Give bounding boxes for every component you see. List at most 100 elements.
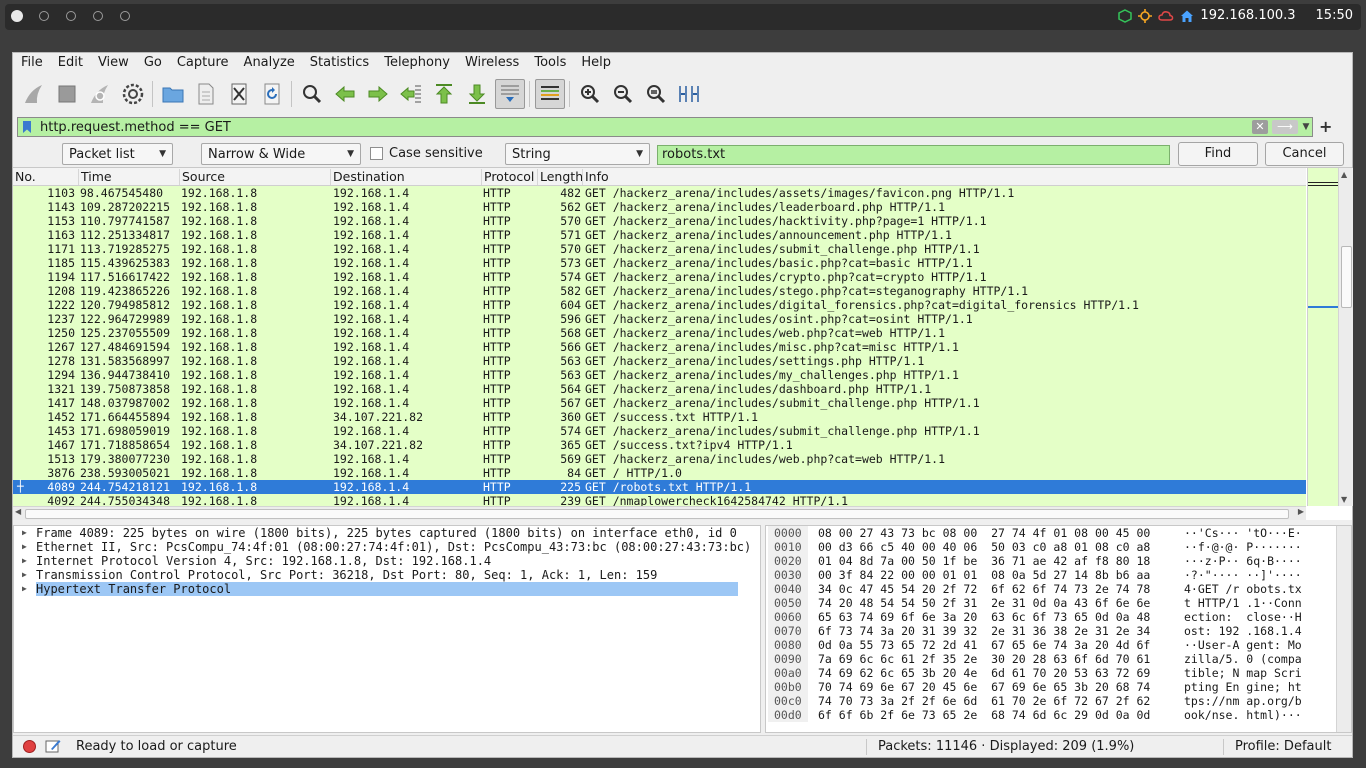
reload-file-button[interactable] [257,79,287,109]
packet-row[interactable]: 1163 112.251334817 192.168.1.8 192.168.1.4 H… [13,228,1306,242]
profile-selector[interactable]: Profile: Default [1235,739,1331,754]
packet-row[interactable]: 1171 113.719285275 192.168.1.8 192.168.1.4 H… [13,242,1306,256]
cancel-button[interactable]: Cancel [1265,142,1344,166]
open-file-button[interactable] [158,79,188,109]
expand-arrow-icon[interactable]: ▶ [22,582,27,596]
activities-dot-icon[interactable] [11,10,23,22]
packet-row[interactable]: 1222 120.794985812 192.168.1.8 192.168.1.4 H… [13,298,1306,312]
bytes-hex[interactable]: 6f 73 74 3a 20 31 39 32 2e 31 36 38 2e 3… [818,624,1150,638]
edit-comment-icon[interactable] [45,738,61,754]
bytes-hex[interactable]: 01 04 8d 7a 00 50 1f be 36 71 ae 42 af f… [818,554,1150,568]
case-sensitive-toggle[interactable]: Case sensitive [370,146,483,161]
cube-icon[interactable] [1118,8,1133,23]
menu-file[interactable]: File [13,53,50,73]
detail-tree-item[interactable]: ▶ Internet Protocol Version 4, Src: 192.1… [14,554,760,568]
case-sensitive-checkbox[interactable] [370,147,383,160]
find-search-input[interactable]: robots.txt [657,145,1170,165]
find-packet-button[interactable] [297,79,327,109]
bytes-ascii[interactable]: tible; N map Scri [1184,666,1302,680]
bytes-ascii[interactable]: ··'Cs··· 'tO···E· [1184,526,1302,540]
go-back-button[interactable] [330,79,360,109]
menu-analyze[interactable]: Analyze [236,53,302,73]
bytes-hex[interactable]: 65 63 74 69 6f 6e 3a 20 63 6c 6f 73 65 0… [818,610,1150,624]
packet-row[interactable]: 1143 109.287202215 192.168.1.8 192.168.1.4 H… [13,200,1306,214]
packet-row[interactable]: 4089 244.754218121 192.168.1.8 192.168.1.4 H… [13,480,1306,494]
detail-tree-item[interactable]: ▶ Ethernet II, Src: PcsCompu_74:4f:01 (08… [14,540,760,554]
menu-go[interactable]: Go [136,53,169,73]
bytes-hex[interactable]: 7a 69 6c 6c 61 2f 35 2e 30 20 28 63 6f 6… [818,652,1150,666]
filter-bookmark-button[interactable] [18,118,36,136]
menu-wireless[interactable]: Wireless [457,53,526,73]
menu-edit[interactable]: Edit [50,53,90,73]
clear-filter-icon[interactable]: ✕ [1252,120,1268,134]
cloud-icon[interactable] [1158,9,1174,23]
column-time[interactable]: Time [79,169,180,185]
column-no[interactable]: No. [13,169,79,185]
bytes-hex[interactable]: 00 d3 66 c5 40 00 40 06 50 03 c0 a8 01 0… [818,540,1150,554]
bytes-hex[interactable]: 74 69 62 6c 65 3b 20 4e 6d 61 70 20 53 6… [818,666,1150,680]
close-file-button[interactable] [224,79,254,109]
workspace-1-icon[interactable] [39,11,49,21]
packet-row[interactable]: 1237 122.964729989 192.168.1.8 192.168.1.4 H… [13,312,1306,326]
colorize-button[interactable] [534,79,565,109]
expert-info-icon[interactable] [23,740,36,753]
packet-minimap[interactable] [1307,168,1339,506]
normal-size-button[interactable] [641,79,671,109]
start-capture-button[interactable] [19,79,49,109]
expand-arrow-icon[interactable]: ▶ [22,526,27,540]
search-type-select[interactable]: String ▼ [505,143,650,165]
network-target-icon[interactable] [1138,8,1153,23]
packet-row[interactable]: 1294 136.944738410 192.168.1.8 192.168.1.4 H… [13,368,1306,382]
last-packet-button[interactable] [462,79,492,109]
bytes-ascii[interactable]: 4·GET /r obots.tx [1184,582,1302,596]
packet-row[interactable]: 1417 148.037987002 192.168.1.8 192.168.1.4 H… [13,396,1306,410]
scroll-thumb[interactable] [1341,246,1352,308]
find-button[interactable]: Find [1178,142,1258,166]
workspace-2-icon[interactable] [66,11,76,21]
scroll-thumb[interactable] [25,509,1289,519]
packet-row[interactable]: 1278 131.583568997 192.168.1.8 192.168.1.4 H… [13,354,1306,368]
packet-row[interactable]: 1467 171.718858654 192.168.1.8 34.107.221.8… [13,438,1306,452]
menu-view[interactable]: View [90,53,136,73]
menu-capture[interactable]: Capture [169,53,236,73]
apply-filter-button[interactable]: ⟶ [1272,120,1298,134]
bytes-hex[interactable]: 00 3f 84 22 00 00 01 01 08 0a 5d 27 14 8… [818,568,1150,582]
filter-history-dropdown-icon[interactable]: ▼ [1300,122,1312,132]
bytes-ascii[interactable]: ···z·P·· 6q·B···· [1184,554,1302,568]
zoom-out-button[interactable] [608,79,638,109]
workspace-3-icon[interactable] [93,11,103,21]
column-info[interactable]: Info [583,169,1306,185]
search-in-select[interactable]: Packet list ▼ [62,143,173,165]
packet-row[interactable]: 1194 117.516617422 192.168.1.8 192.168.1.4 H… [13,270,1306,284]
packet-row[interactable]: 1321 139.750873858 192.168.1.8 192.168.1.4 H… [13,382,1306,396]
bytes-ascii[interactable]: ··User-A gent: Mo [1184,638,1302,652]
menu-telephony[interactable]: Telephony [376,53,457,73]
detail-tree-item[interactable]: ▶ Hypertext Transfer Protocol [14,582,760,596]
display-filter-input[interactable]: http.request.method == GET [36,120,1252,135]
bytes-ascii[interactable]: tps://nm ap.org/b [1184,694,1302,708]
menu-tools[interactable]: Tools [526,53,573,73]
packet-list-horizontal-scrollbar[interactable]: ◀ ▶ [13,506,1306,520]
save-file-button[interactable] [191,79,221,109]
capture-options-button[interactable] [118,79,148,109]
char-width-select[interactable]: Narrow & Wide ▼ [201,143,361,165]
menu-help[interactable]: Help [573,53,618,73]
packet-list-vertical-scrollbar[interactable]: ▲ ▼ [1338,168,1353,506]
go-to-packet-button[interactable] [396,79,426,109]
restart-capture-button[interactable] [85,79,115,109]
bytes-hex[interactable]: 34 0c 47 45 54 20 2f 72 6f 62 6f 74 73 2… [818,582,1150,596]
packet-row[interactable]: 1452 171.664455894 192.168.1.8 34.107.221.8… [13,410,1306,424]
first-packet-button[interactable] [429,79,459,109]
add-filter-button[interactable]: + [1319,117,1332,136]
column-protocol[interactable]: Protocol [482,169,538,185]
packet-row[interactable]: 1267 127.484691594 192.168.1.8 192.168.1.4 H… [13,340,1306,354]
bytes-hex[interactable]: 74 70 73 3a 2f 2f 6e 6d 61 70 2e 6f 72 6… [818,694,1150,708]
bytes-hex[interactable]: 6f 6f 6b 2f 6e 73 65 2e 68 74 6d 6c 29 0… [818,708,1150,722]
column-destination[interactable]: Destination [331,169,482,185]
go-forward-button[interactable] [363,79,393,109]
workspace-4-icon[interactable] [120,11,130,21]
detail-tree-item[interactable]: ▶ Frame 4089: 225 bytes on wire (1800 bit… [14,526,760,540]
bytes-ascii[interactable]: ook/nse. html)··· [1184,708,1302,722]
bytes-ascii[interactable]: zilla/5. 0 (compa [1184,652,1302,666]
bytes-ascii[interactable]: t HTTP/1 .1··Conn [1184,596,1302,610]
